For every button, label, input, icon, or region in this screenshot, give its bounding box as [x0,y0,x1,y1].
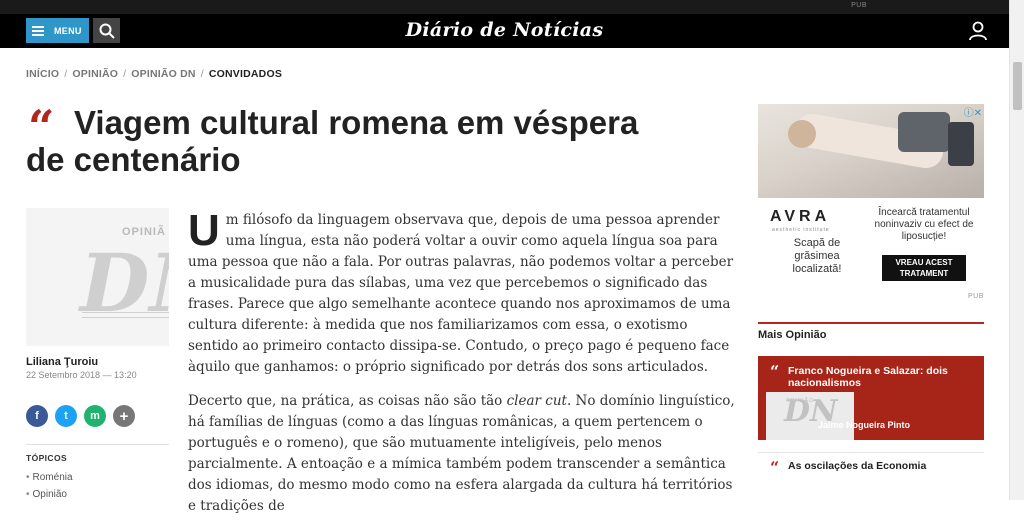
article-body: Um filósofo da linguagem observava que, … [188,206,740,530]
breadcrumb-item-inicio[interactable]: INÍCIO [26,68,59,80]
breadcrumb-item-opiniao[interactable]: OPINIÃO [72,68,118,80]
twitter-share-icon[interactable]: t [55,405,77,427]
featured-opinion-card[interactable]: “ Franco Nogueira e Salazar: dois nacion… [758,356,984,440]
topic-item-opiniao[interactable]: Opinião [26,489,67,500]
page-scrollbar[interactable] [1009,0,1024,500]
dropcap: U [188,206,220,255]
messenger-share-icon[interactable]: m [84,405,106,427]
facebook-share-icon[interactable]: f [26,405,48,427]
ad-left-text: Scapă de grăsimea localizată! [792,237,842,275]
ad-brand-subtitle: aesthetic institute [772,227,830,233]
mais-opiniao-heading: Mais Opinião [758,329,827,341]
site-header: MENU Diário de Notícias [0,14,1009,48]
article-paragraph-2: Decerto que, na prática, as coisas não s… [188,393,735,514]
ad-label: PUB [851,2,867,9]
top-ad-strip: PUB [0,0,1009,14]
ad-close-icon[interactable]: ⓘ✕ [964,104,982,119]
opinion-item-title[interactable]: As oscilações da Economia [788,460,984,472]
article-title: “ Viagem cultural romena em véspera de c… [26,104,746,178]
ad-photo [758,104,984,198]
author-name[interactable]: Liliana Ţuroiu [26,356,98,368]
more-share-icon[interactable]: + [113,405,135,427]
ad-cta-button[interactable]: VREAU ACEST TRATAMENT [882,255,966,281]
share-buttons: f t m + [26,405,135,427]
quote-icon: “ [770,458,780,477]
ad-right-text: Încearcă tratamentul noninvaziv cu efect… [874,207,974,242]
author-thumbnail: OPINIÃ DN [26,208,169,346]
publish-date: 22 Setembro 2018 — 13:20 [26,370,137,380]
opinion-list-item[interactable]: “ As oscilações da Economia [758,452,984,477]
user-icon[interactable] [967,20,989,42]
card-thumbnail: OPINIÃO DN [766,392,854,440]
breadcrumb: INÍCIO / OPINIÃO / OPINIÃO DN / CONVIDADOS [26,68,283,80]
ad-brand-logo: AVRA [770,208,831,225]
title-line-1: Viagem cultural romena em véspera [74,104,639,141]
sidebar-ad[interactable]: ⓘ✕ AVRA aesthetic institute Scapă de gră… [758,104,984,292]
scrollbar-thumb[interactable] [1013,62,1022,110]
topic-item-romenia[interactable]: Roménia [26,472,73,483]
ad-label: PUB [968,293,984,300]
site-logo[interactable]: Diário de Notícias [0,19,1009,41]
card-author[interactable]: Jaime Nogueira Pinto [818,420,910,430]
title-line-2: de centenário [26,141,241,178]
article-paragraph-1: Um filósofo da linguagem observava que, … [188,206,734,376]
quote-icon: “ [770,362,780,381]
topics-heading: TÓPICOS [26,453,68,463]
quote-icon: “ [28,100,55,154]
breadcrumb-item-convidados[interactable]: CONVIDADOS [209,68,282,80]
card-title[interactable]: Franco Nogueira e Salazar: dois nacional… [788,365,978,389]
breadcrumb-item-opiniao-dn[interactable]: OPINIÃO DN [131,68,195,80]
